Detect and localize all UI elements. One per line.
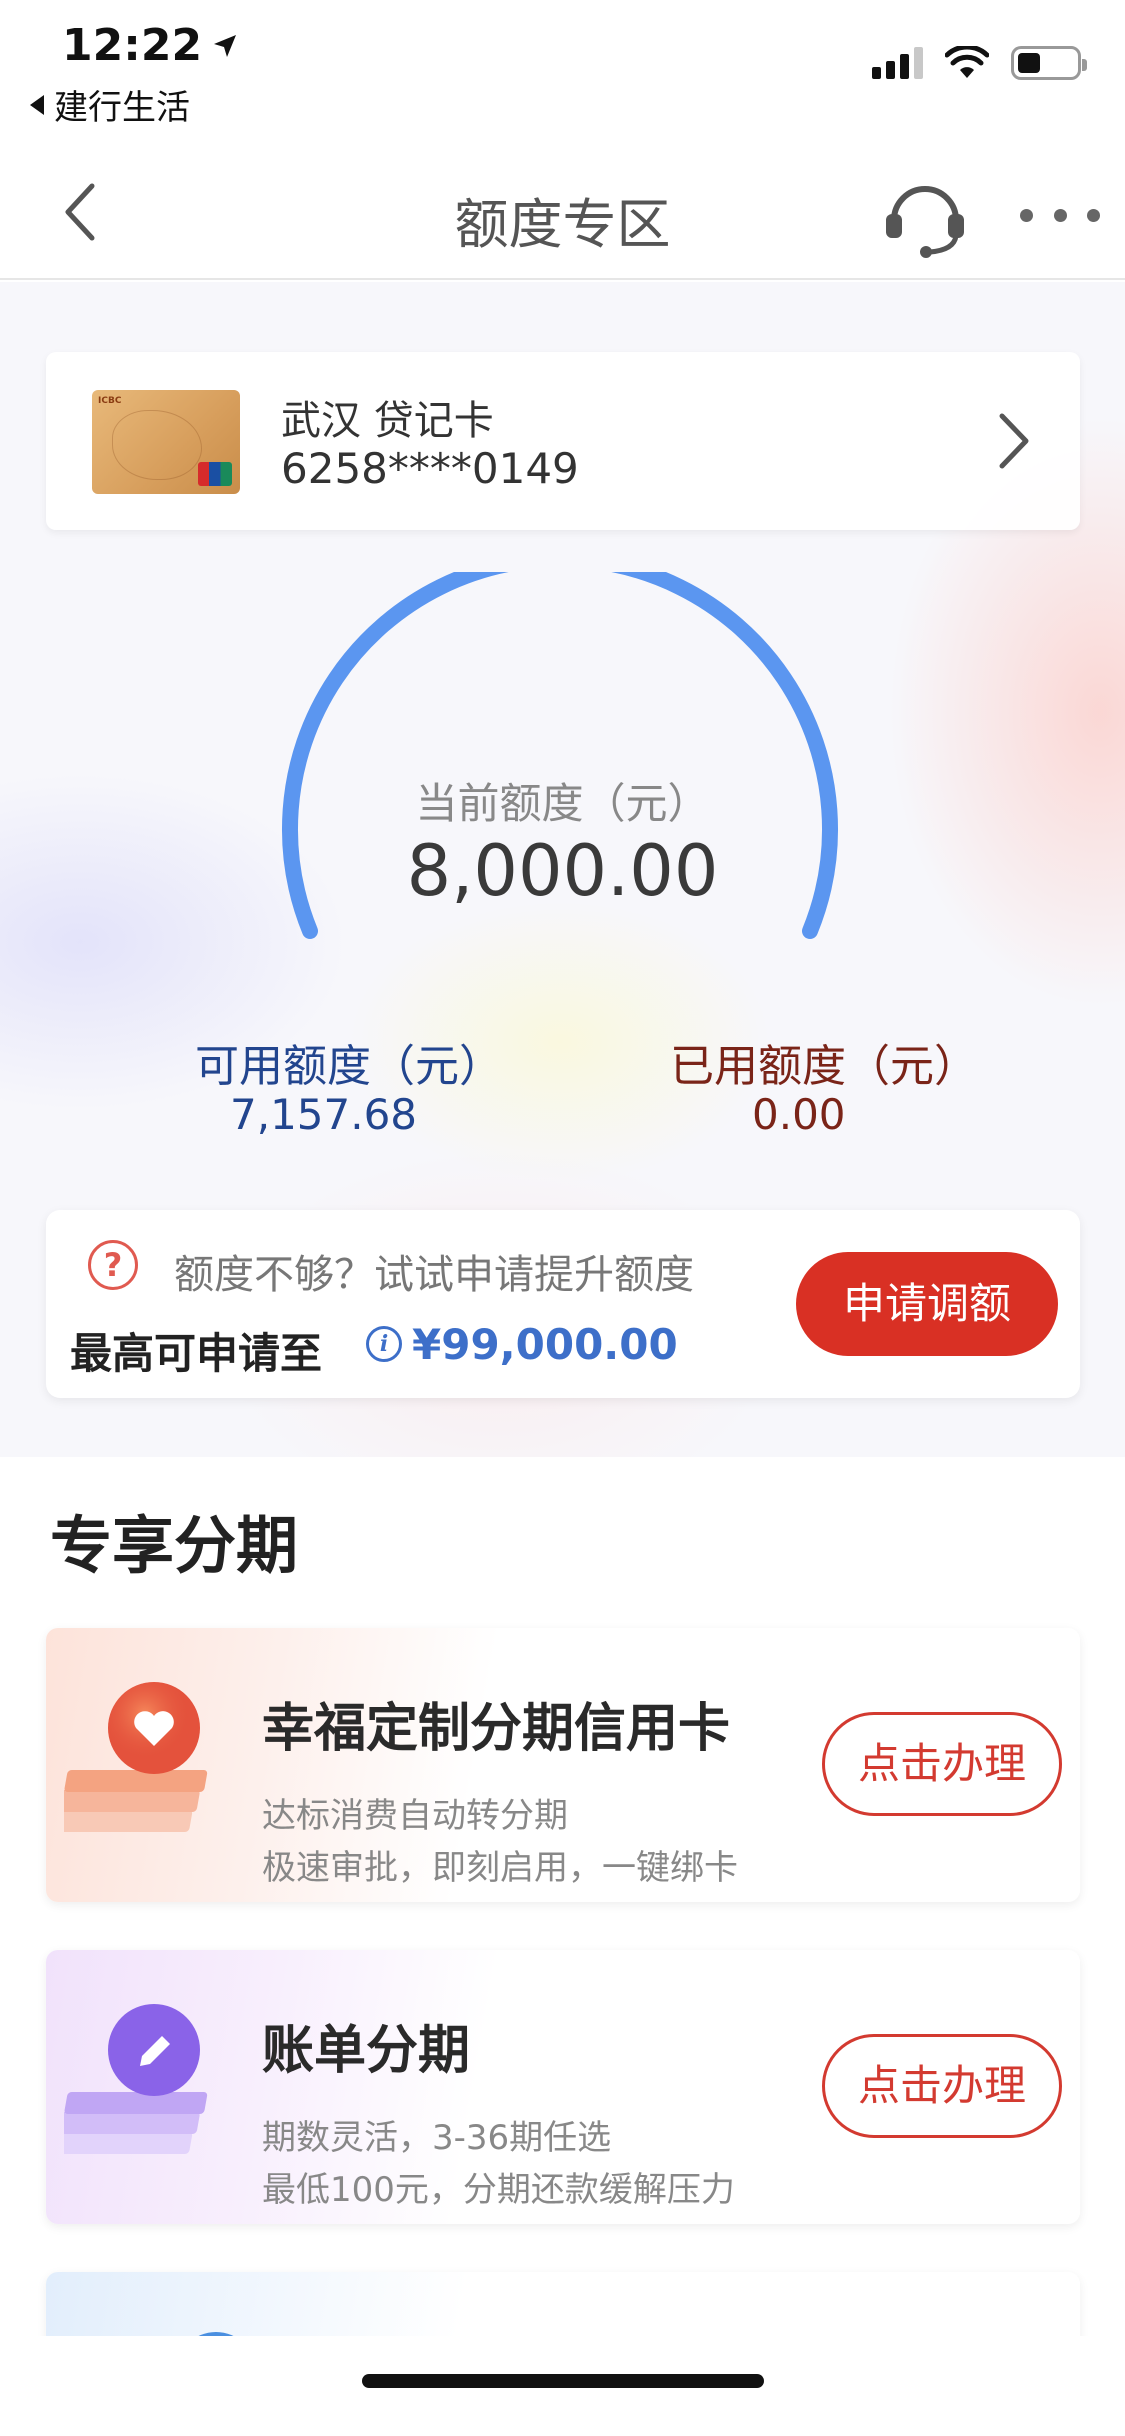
card-name: 武汉 贷记卡 [281, 398, 494, 444]
installment-subtitle: 极速审批，即刻启用，一键绑卡 [262, 1848, 738, 1888]
used-limit-label: 已用额度（元） [670, 1041, 978, 1092]
installment-card-bill[interactable]: 账单分期 期数灵活，3-36期任选 最低100元，分期还款缓解压力 点击办理 [46, 1950, 1080, 2224]
card-number: 6258****0149 [281, 444, 579, 493]
back-app-label: 建行生活 [54, 88, 190, 128]
installment-subtitle: 期数灵活，3-36期任选 [262, 2118, 612, 2158]
installment-title: 账单分期 [262, 2021, 471, 2081]
limit-increase-card: ? 额度不够？试试申请提升额度 最高可申请至 i ¥99,000.00 申请调额 [46, 1210, 1080, 1398]
available-limit-label: 可用额度（元） [195, 1041, 503, 1092]
chevron-right-icon [999, 413, 1029, 469]
info-icon[interactable]: i [366, 1326, 402, 1362]
handle-now-button[interactable]: 点击办理 [822, 2034, 1062, 2138]
heart-icon [64, 1682, 208, 1832]
credit-limit-panel: ICBC 武汉 贷记卡 6258****0149 当前额度（元） 8,000.0… [0, 282, 1125, 1457]
status-time: 12:22 [62, 20, 240, 71]
home-indicator[interactable] [362, 2374, 764, 2388]
installment-subtitle: 达标消费自动转分期 [262, 1796, 568, 1836]
installment-title: 幸福定制分期信用卡 [262, 1699, 731, 1759]
handle-now-button[interactable]: 点击办理 [822, 1712, 1062, 1816]
nav-bar: 额度专区 [0, 150, 1125, 280]
unionpay-logo-icon [198, 462, 232, 486]
clock-text: 12:22 [62, 20, 203, 71]
more-options-button[interactable] [1020, 180, 1100, 250]
current-limit-value: 8,000.00 [406, 830, 719, 912]
back-triangle-icon [30, 94, 44, 115]
max-applicable-amount: ¥99,000.00 [412, 1320, 678, 1369]
cellular-signal-icon [872, 47, 923, 79]
installment-subtitle: 最低100元，分期还款缓解压力 [262, 2170, 735, 2210]
more-dot-icon [1053, 208, 1067, 222]
home-indicator-area [0, 2336, 1125, 2436]
current-limit-label: 当前额度（元） [415, 779, 710, 828]
bank-logo-icon: ICBC [98, 396, 122, 406]
status-indicators [872, 46, 1087, 80]
question-circle-icon: ? [88, 1240, 138, 1290]
credit-card-image: ICBC [92, 390, 240, 494]
customer-service-headset-icon[interactable] [880, 170, 970, 260]
location-arrow-icon [214, 34, 237, 57]
more-dot-icon [1087, 208, 1100, 222]
installment-card-happiness[interactable]: 幸福定制分期信用卡 达标消费自动转分期 极速审批，即刻启用，一键绑卡 点击办理 [46, 1628, 1080, 1902]
wifi-icon [945, 46, 989, 78]
battery-icon [1011, 46, 1087, 80]
section-title-installment: 专享分期 [50, 1509, 299, 1582]
used-limit-value: 0.00 [752, 1090, 846, 1139]
max-applicable-label: 最高可申请至 [70, 1329, 323, 1378]
limit-increase-hint: 额度不够？试试申请提升额度 [174, 1252, 694, 1298]
back-to-app-link[interactable]: 建行生活 [30, 80, 190, 129]
more-dot-icon [1020, 208, 1033, 222]
credit-card-selector[interactable]: ICBC 武汉 贷记卡 6258****0149 [46, 352, 1080, 530]
available-limit-value: 7,157.68 [230, 1090, 418, 1139]
pencil-icon [64, 2004, 208, 2154]
card-map-pattern [112, 410, 202, 480]
status-bar: 12:22 建行生活 [0, 0, 1125, 150]
apply-limit-adjustment-button[interactable]: 申请调额 [796, 1252, 1058, 1356]
